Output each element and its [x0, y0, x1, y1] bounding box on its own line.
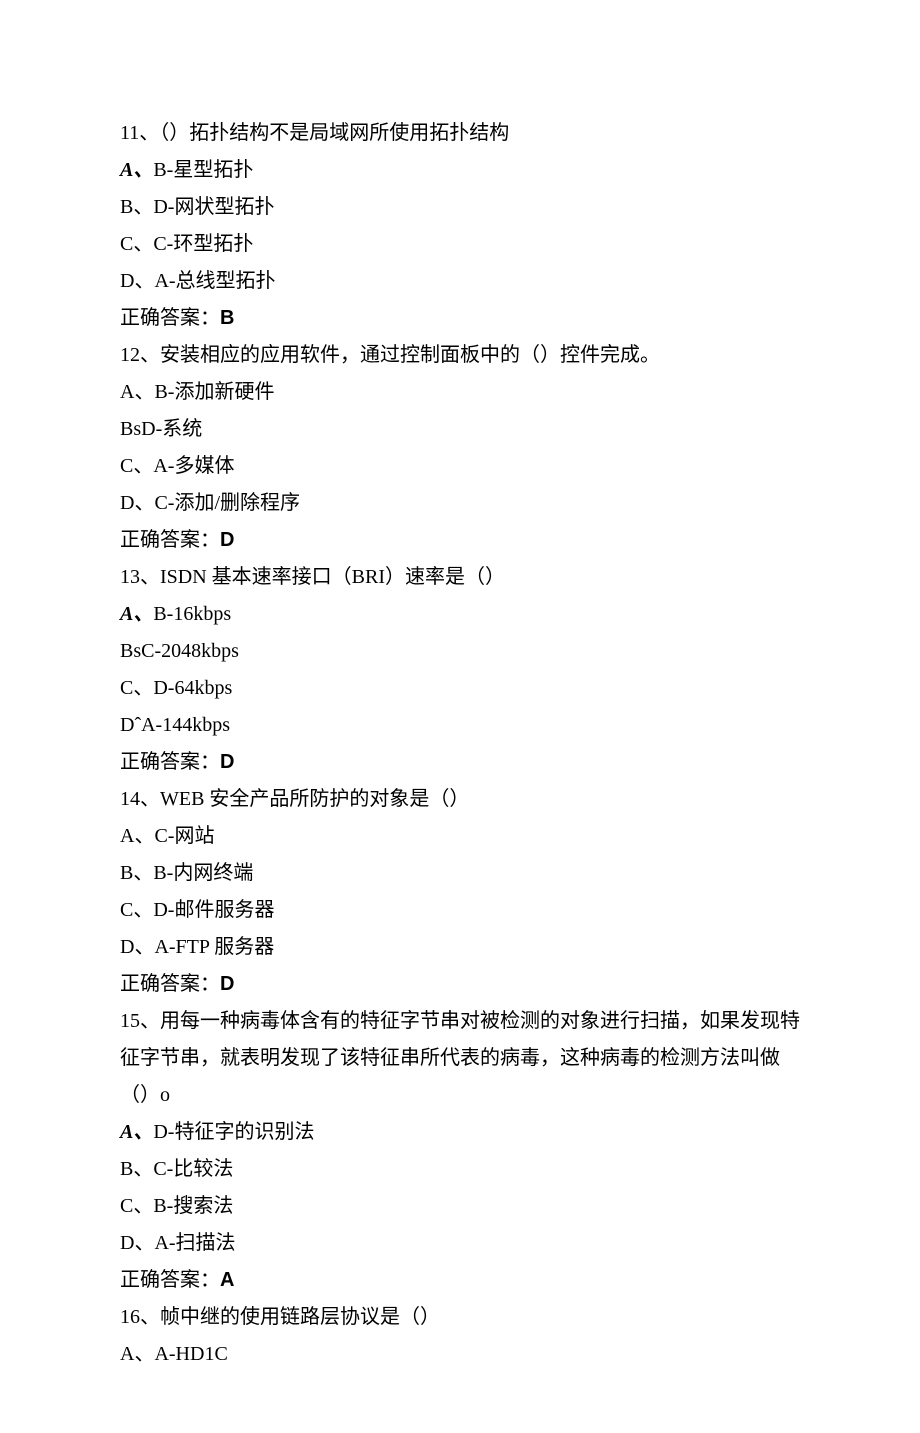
- answer-value: A: [220, 1269, 234, 1291]
- option-prefix: D、: [120, 1232, 154, 1254]
- answer-value: D: [220, 973, 234, 995]
- option-line: A、B-16kbps: [120, 596, 800, 633]
- option-text: C-比较法: [153, 1158, 233, 1180]
- option-line: C、C-环型拓扑: [120, 226, 800, 263]
- answer-label: 正确答案：: [120, 529, 220, 551]
- question-text: 安装相应的应用软件，通过控制面板中的（）控件完成。: [160, 344, 660, 366]
- option-prefix: D、: [120, 270, 154, 292]
- option-prefix: A、: [120, 825, 154, 847]
- option-text: C-添加/删除程序: [154, 492, 300, 514]
- option-prefix: A、: [120, 381, 154, 403]
- option-line: A、A-HD1C: [120, 1336, 800, 1373]
- question-number: 11、: [120, 122, 159, 144]
- question-number: 14、: [120, 788, 160, 810]
- option-prefix: C、: [120, 233, 153, 255]
- question-text: （）拓扑结构不是局域网所使用拓扑结构: [159, 122, 509, 144]
- question-text: 帧中继的使用链路层协议是（）: [160, 1306, 440, 1328]
- option-prefix: BsD-: [120, 418, 162, 440]
- option-line: B、C-比较法: [120, 1151, 800, 1188]
- option-line: A、B-星型拓扑: [120, 152, 800, 189]
- answer-line: 正确答案：D: [120, 522, 800, 559]
- option-line: A、D-特征字的识别法: [120, 1114, 800, 1151]
- option-line: A、C-网站: [120, 818, 800, 855]
- option-line: D、A-总线型拓扑: [120, 263, 800, 300]
- answer-label: 正确答案：: [120, 307, 220, 329]
- answer-value: D: [220, 529, 234, 551]
- option-prefix: B、: [120, 1158, 153, 1180]
- option-text: B-16kbps: [153, 603, 231, 625]
- option-line: B、B-内网终端: [120, 855, 800, 892]
- question-number: 15、: [120, 1010, 160, 1032]
- question-text: ISDN 基本速率接口（BRI）速率是（）: [160, 566, 505, 588]
- option-line: D、C-添加/删除程序: [120, 485, 800, 522]
- option-text: A-FTP 服务器: [154, 936, 274, 958]
- option-text: B-内网终端: [153, 862, 253, 884]
- option-line: C、A-多媒体: [120, 448, 800, 485]
- question-stem: 13、ISDN 基本速率接口（BRI）速率是（）: [120, 559, 800, 596]
- question-stem: 14、WEB 安全产品所防护的对象是（）: [120, 781, 800, 818]
- option-text: A-扫描法: [154, 1232, 235, 1254]
- option-text: D-64kbps: [153, 677, 232, 699]
- option-line: D、A-FTP 服务器: [120, 929, 800, 966]
- question-number: 13、: [120, 566, 160, 588]
- option-line: A、B-添加新硬件: [120, 374, 800, 411]
- answer-label: 正确答案：: [120, 1269, 220, 1291]
- answer-line: 正确答案：D: [120, 966, 800, 1003]
- option-prefix: C、: [120, 677, 153, 699]
- question-text: 用每一种病毒体含有的特征字节串对被检测的对象进行扫描，如果发现特征字节串，就表明…: [120, 1010, 800, 1106]
- answer-label: 正确答案：: [120, 751, 220, 773]
- answer-line: 正确答案：D: [120, 744, 800, 781]
- question-stem: 15、用每一种病毒体含有的特征字节串对被检测的对象进行扫描，如果发现特征字节串，…: [120, 1003, 800, 1114]
- option-text: B-星型拓扑: [153, 159, 253, 181]
- answer-line: 正确答案：B: [120, 300, 800, 337]
- document-body: 11、（）拓扑结构不是局域网所使用拓扑结构A、B-星型拓扑B、D-网状型拓扑C、…: [120, 115, 800, 1373]
- option-line: C、D-64kbps: [120, 670, 800, 707]
- option-prefix: BsC-: [120, 640, 161, 662]
- option-prefix: A、: [120, 1343, 154, 1365]
- option-text: C-环型拓扑: [153, 233, 253, 255]
- option-line: C、D-邮件服务器: [120, 892, 800, 929]
- option-prefix: B、: [120, 196, 153, 218]
- option-line: B、D-网状型拓扑: [120, 189, 800, 226]
- option-prefix: A、: [120, 159, 153, 181]
- answer-value: D: [220, 751, 234, 773]
- option-text: D-网状型拓扑: [153, 196, 274, 218]
- answer-line: 正确答案：A: [120, 1262, 800, 1299]
- option-text: 2048kbps: [161, 640, 239, 662]
- option-prefix: DˆA-: [120, 714, 162, 736]
- question-number: 12、: [120, 344, 160, 366]
- question-stem: 11、（）拓扑结构不是局域网所使用拓扑结构: [120, 115, 800, 152]
- answer-label: 正确答案：: [120, 973, 220, 995]
- option-text: B-添加新硬件: [154, 381, 274, 403]
- option-line: DˆA-144kbps: [120, 707, 800, 744]
- option-line: C、B-搜索法: [120, 1188, 800, 1225]
- option-line: D、A-扫描法: [120, 1225, 800, 1262]
- option-prefix: A、: [120, 603, 153, 625]
- option-text: B-搜索法: [153, 1195, 233, 1217]
- question-text: WEB 安全产品所防护的对象是（）: [160, 788, 469, 810]
- option-text: A-总线型拓扑: [154, 270, 275, 292]
- option-text: 144kbps: [162, 714, 230, 736]
- question-stem: 12、安装相应的应用软件，通过控制面板中的（）控件完成。: [120, 337, 800, 374]
- answer-value: B: [220, 307, 234, 329]
- option-prefix: D、: [120, 492, 154, 514]
- option-line: BsD-系统: [120, 411, 800, 448]
- option-prefix: A、: [120, 1121, 153, 1143]
- option-prefix: C、: [120, 899, 153, 921]
- option-text: A-HD1C: [154, 1343, 227, 1365]
- question-stem: 16、帧中继的使用链路层协议是（）: [120, 1299, 800, 1336]
- option-text: 系统: [162, 418, 202, 440]
- option-line: BsC-2048kbps: [120, 633, 800, 670]
- question-number: 16、: [120, 1306, 160, 1328]
- option-text: A-多媒体: [153, 455, 234, 477]
- option-prefix: B、: [120, 862, 153, 884]
- option-prefix: C、: [120, 1195, 153, 1217]
- option-prefix: D、: [120, 936, 154, 958]
- option-prefix: C、: [120, 455, 153, 477]
- option-text: D-邮件服务器: [153, 899, 274, 921]
- option-text: C-网站: [154, 825, 214, 847]
- option-text: D-特征字的识别法: [153, 1121, 314, 1143]
